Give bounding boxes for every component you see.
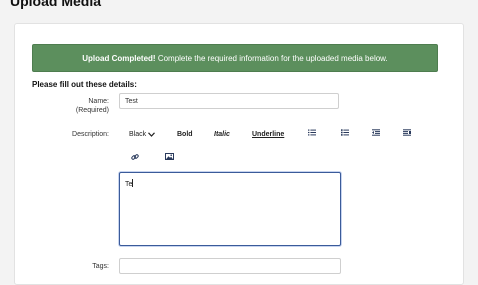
bold-button[interactable]: Bold	[177, 130, 193, 139]
link-icon	[131, 153, 139, 161]
banner-strong-text: Upload Completed!	[82, 53, 156, 63]
name-label: Name:	[88, 98, 109, 105]
name-label-group: Name: (Required)	[19, 97, 109, 115]
tags-input[interactable]	[119, 258, 341, 274]
banner-message: Complete the required information for th…	[155, 53, 388, 63]
name-required-label: (Required)	[75, 107, 109, 114]
chevron-down-icon	[148, 132, 156, 137]
italic-button[interactable]: Italic	[214, 130, 230, 139]
underline-button[interactable]: Underline	[252, 130, 284, 139]
page-title: Upload Media	[10, 0, 102, 9]
text-color-value: Black	[129, 131, 147, 138]
outdent-icon	[372, 129, 380, 136]
unordered-list-icon	[308, 129, 316, 136]
indent-icon	[403, 129, 411, 136]
ordered-list-icon	[341, 129, 349, 136]
upload-details-card: Upload Completed! Complete the required …	[14, 23, 464, 285]
name-input[interactable]	[119, 93, 339, 109]
outdent-button[interactable]	[372, 129, 380, 136]
ordered-list-button[interactable]	[341, 129, 349, 136]
unordered-list-button[interactable]	[308, 129, 316, 136]
description-label: Description:	[72, 131, 109, 138]
description-text: Te	[125, 181, 133, 188]
insert-image-button[interactable]	[165, 153, 174, 160]
text-caret	[132, 179, 133, 187]
image-icon	[165, 153, 174, 160]
upload-success-banner: Upload Completed! Complete the required …	[32, 44, 438, 72]
text-color-select[interactable]: Black	[129, 130, 156, 139]
indent-button[interactable]	[403, 129, 411, 136]
description-editor[interactable]: Te	[119, 172, 341, 246]
section-title: Please fill out these details:	[32, 80, 137, 89]
tags-label: Tags:	[92, 263, 109, 270]
insert-link-button[interactable]	[131, 153, 139, 161]
